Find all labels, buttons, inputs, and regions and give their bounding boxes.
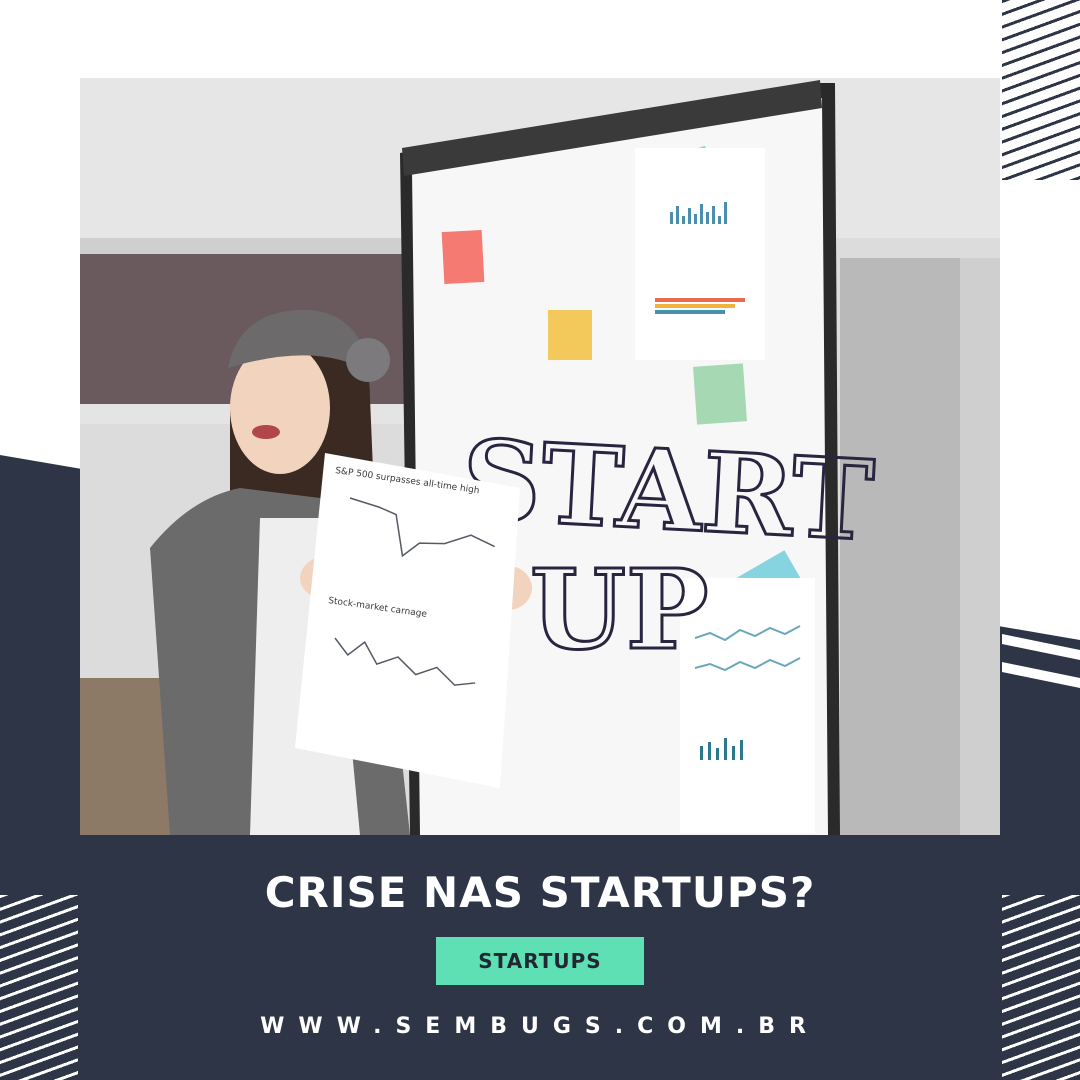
stripe-pattern-icon	[1002, 0, 1080, 180]
stripe-pattern-icon	[0, 895, 78, 1080]
stripe-pattern-icon	[1002, 550, 1080, 688]
social-post: START UP S&P 500 surpasses all-time high…	[0, 0, 1080, 1080]
board-text-up: UP	[530, 545, 709, 674]
category-tag[interactable]: STARTUPS	[436, 937, 644, 985]
category-tag-label: STARTUPS	[478, 949, 602, 973]
headline-title: CRISE NAS STARTUPS?	[264, 868, 816, 917]
stripe-pattern-icon	[1002, 895, 1080, 1080]
website-url[interactable]: WWW.SEMBUGS.COM.BR	[0, 1014, 1080, 1039]
hero-photo: START UP S&P 500 surpasses all-time high…	[80, 78, 1000, 835]
board-text-start: START	[459, 415, 877, 565]
